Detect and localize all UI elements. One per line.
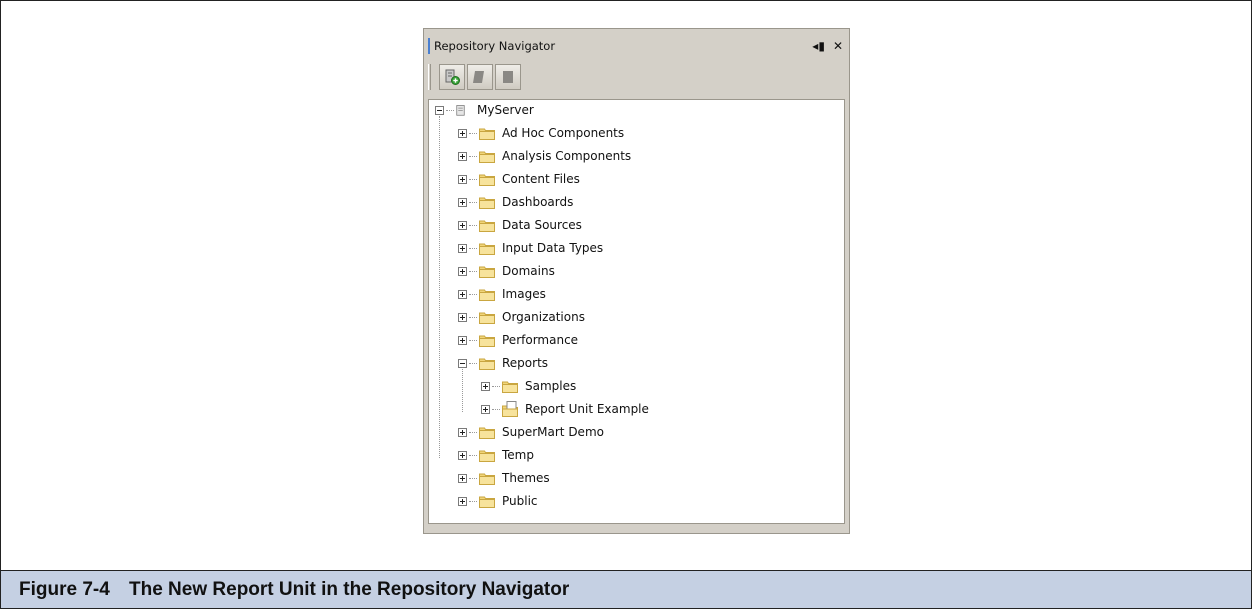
tree-item-label: Analysis Components	[502, 149, 632, 163]
tree-item[interactable]: Images	[458, 283, 546, 305]
tree-item[interactable]: Content Files	[458, 168, 580, 190]
tree-item-label: Public	[502, 494, 538, 508]
tree-item-label: Ad Hoc Components	[502, 126, 625, 140]
folder-icon	[479, 266, 495, 278]
tree-root-row[interactable]: MyServer	[435, 100, 534, 121]
folder-icon	[479, 174, 495, 186]
expand-toggle[interactable]	[458, 450, 467, 460]
tree-item-label: Data Sources	[502, 218, 582, 232]
repository-navigator-panel: Repository Navigator ◂▮ ✕ MyServer Ad Ho…	[423, 28, 850, 534]
expand-toggle[interactable]	[458, 243, 467, 253]
tree-item-label: Images	[502, 287, 546, 301]
close-icon[interactable]: ✕	[833, 39, 843, 53]
folder-icon	[479, 289, 495, 301]
tree-item-label: Report Unit Example	[525, 402, 649, 416]
title-accent	[428, 38, 430, 54]
figure-number: Figure 7-4	[19, 578, 110, 600]
tree-item-label: Domains	[502, 264, 555, 278]
tree-item-label: Reports	[502, 356, 549, 370]
folder-icon	[479, 427, 495, 439]
tree-item-label: Samples	[525, 379, 577, 393]
tree-item-label: Performance	[502, 333, 579, 347]
server-icon	[456, 105, 465, 116]
disabled-action-icon	[503, 71, 513, 83]
tree-root-label: MyServer	[477, 103, 534, 117]
tree-item[interactable]: SuperMart Demo	[458, 421, 604, 443]
figure-caption: Figure 7-4 The New Report Unit in the Re…	[1, 570, 1251, 608]
folder-icon	[479, 197, 495, 209]
tree-guide-line	[439, 116, 440, 458]
folder-icon	[479, 450, 495, 462]
collapse-toggle[interactable]	[435, 105, 444, 115]
expand-toggle[interactable]	[458, 197, 467, 207]
navigator-toolbar	[428, 61, 845, 93]
expand-toggle[interactable]	[458, 174, 467, 184]
tree-item[interactable]: Dashboards	[458, 191, 573, 213]
expand-toggle[interactable]	[458, 312, 467, 322]
folder-icon	[479, 128, 495, 140]
folder-icon	[502, 381, 518, 393]
tree-item-label: Input Data Types	[502, 241, 604, 255]
expand-toggle[interactable]	[481, 381, 490, 391]
tree-item-label: SuperMart Demo	[502, 425, 604, 439]
figure-frame: Repository Navigator ◂▮ ✕ MyServer Ad Ho…	[0, 0, 1252, 609]
expand-toggle[interactable]	[458, 496, 467, 506]
tree-item[interactable]: Analysis Components	[458, 145, 631, 167]
expand-toggle[interactable]	[458, 151, 467, 161]
expand-toggle[interactable]	[481, 404, 490, 414]
panel-title: Repository Navigator	[434, 39, 556, 53]
expand-toggle[interactable]	[458, 289, 467, 299]
collapse-toggle[interactable]	[458, 358, 467, 368]
tree-item-label: Content Files	[502, 172, 580, 186]
disabled-toolbar-button[interactable]	[495, 64, 521, 90]
folder-icon	[479, 335, 495, 347]
expand-toggle[interactable]	[458, 473, 467, 483]
repository-tree: MyServer Ad Hoc Components Analysis Comp…	[428, 99, 845, 524]
tree-item[interactable]: Themes	[458, 467, 550, 489]
folder-open-icon	[479, 358, 495, 370]
folder-icon	[479, 473, 495, 485]
tree-item-reports[interactable]: Reports	[458, 352, 548, 374]
tree-item[interactable]: Organizations	[458, 306, 585, 328]
expand-toggle[interactable]	[458, 266, 467, 276]
figure-caption-text: The New Report Unit in the Repository Na…	[129, 578, 570, 600]
add-repository-icon	[445, 69, 460, 85]
tree-item[interactable]: Data Sources	[458, 214, 582, 236]
tree-child-item-report-unit[interactable]: Report Unit Example	[481, 398, 649, 420]
tree-item[interactable]: Performance	[458, 329, 578, 351]
report-unit-icon	[502, 401, 518, 417]
pin-icon[interactable]: ◂▮	[812, 39, 825, 53]
folder-icon	[479, 151, 495, 163]
tree-item[interactable]: Ad Hoc Components	[458, 122, 624, 144]
expand-toggle[interactable]	[458, 128, 467, 138]
tree-item[interactable]: Temp	[458, 444, 534, 466]
panel-title-bar: Repository Navigator ◂▮ ✕	[428, 35, 845, 57]
tree-item-label: Dashboards	[502, 195, 574, 209]
tree-item-label: Temp	[502, 448, 534, 462]
tree-item-label: Organizations	[502, 310, 585, 324]
toolbar-grip[interactable]	[428, 64, 431, 90]
tree-child-item[interactable]: Samples	[481, 375, 576, 397]
tree-item-label: Themes	[502, 471, 550, 485]
folder-icon	[479, 312, 495, 324]
expand-toggle[interactable]	[458, 335, 467, 345]
folder-icon	[479, 220, 495, 232]
disabled-toolbar-button[interactable]	[467, 64, 493, 90]
expand-toggle[interactable]	[458, 220, 467, 230]
folder-icon	[479, 496, 495, 508]
folder-icon	[479, 243, 495, 255]
tree-item[interactable]: Public	[458, 490, 538, 512]
tree-item[interactable]: Domains	[458, 260, 555, 282]
tree-item[interactable]: Input Data Types	[458, 237, 603, 259]
expand-toggle[interactable]	[458, 427, 467, 437]
add-repository-button[interactable]	[439, 64, 465, 90]
disabled-action-icon	[473, 71, 484, 83]
